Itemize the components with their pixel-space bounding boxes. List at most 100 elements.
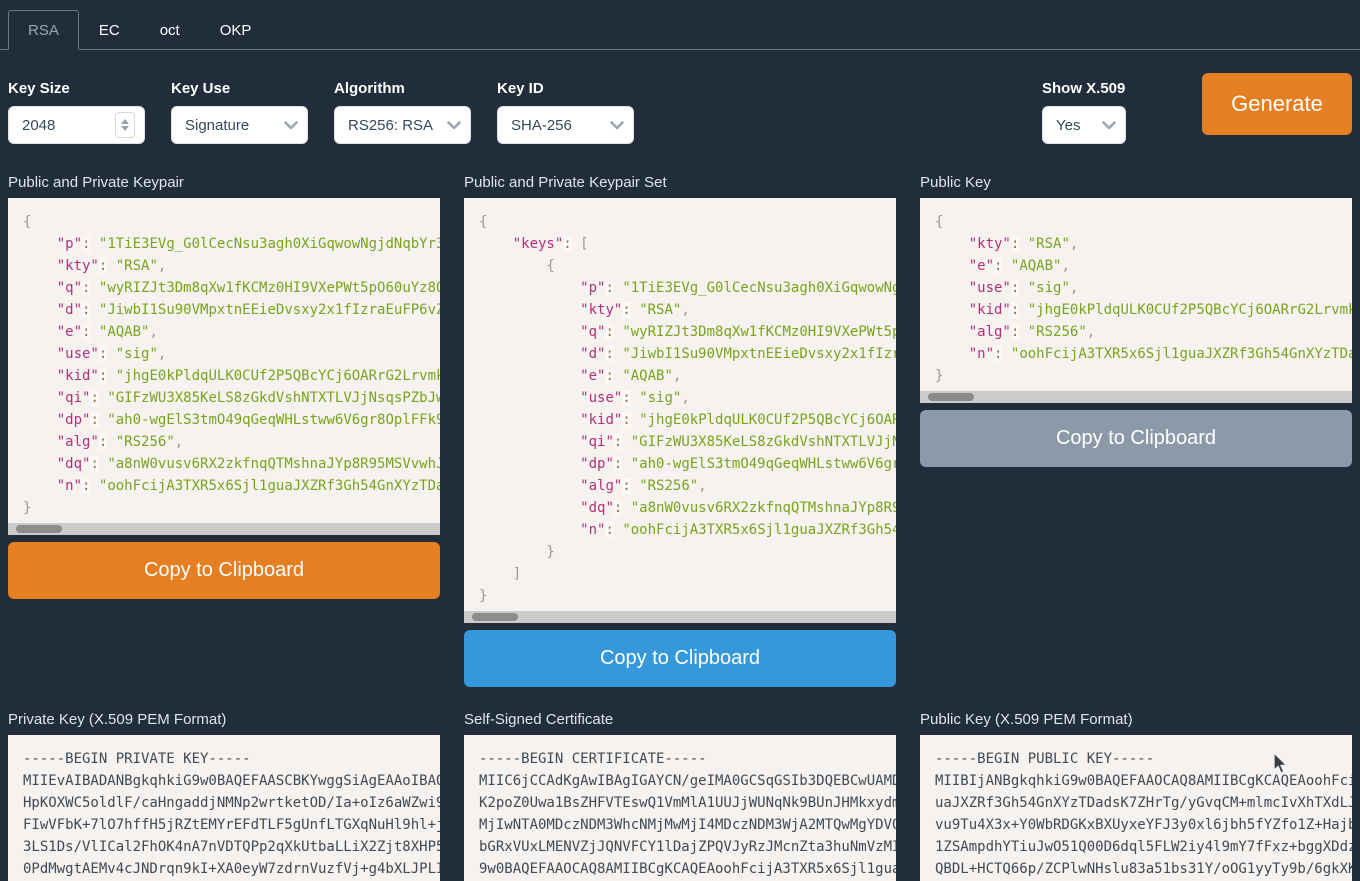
key-use-value: Signature [185,117,249,134]
code-line: -----BEGIN PUBLIC KEY----- [935,748,1352,770]
scrollbar-thumb[interactable] [472,613,518,621]
stepper-down-icon[interactable] [121,126,129,131]
copy-to-clipboard-button[interactable]: Copy to Clipboard [920,410,1352,467]
code-line: MIIC6jCCAdKgAwIBAgIGAYCN/geIMA0GCSqGSIb3… [479,770,896,792]
panel-private-key-pem: Private Key (X.509 PEM Format) -----BEGIN… [8,711,440,881]
code-line: K2poZ0Uwa1BsZHFVTEswQ1VmMlA1UUJjWUNqNk9B… [479,792,896,814]
code-line: vu9Tu4X3x+Y0WbRDGKxBXUyxeYFJ3y0xl6jbh5fY… [935,814,1352,836]
copy-to-clipboard-button[interactable]: Copy to Clipboard [464,630,896,687]
code-line: "e": "AQAB", [479,365,896,387]
code-line: } [23,497,440,519]
panel-keypair-set: Public and Private Keypair Set{ "keys": … [464,174,896,687]
number-stepper[interactable] [115,112,135,138]
code-line: "use": "sig", [23,343,440,365]
mkjwk-app: RSAECoctOKP Key Size 2048 Key Use Signature… [0,0,1360,881]
tab-ec[interactable]: EC [79,10,140,50]
key-size-input[interactable]: 2048 [8,106,145,144]
code-line: "kid": "jhgE0kPldqULK0CUf2P5QBcYCj6OARrG… [23,365,440,387]
code-line: { [23,211,440,233]
code-line: uaJXZRf3Gh54GnXYzTDadsK7ZHrTg/yGvqCM+mlm… [935,792,1352,814]
key-id-select[interactable]: SHA-256 [497,106,634,144]
code-block: -----BEGIN PUBLIC KEY-----MIIBIjANBgkqhk… [920,735,1352,881]
code-line: -----BEGIN PRIVATE KEY----- [23,748,440,770]
code-line: bGRxVUxLMENVZjJQNVFCY1lDajZPQVJyRzJMcnZt… [479,836,896,858]
scrollbar-thumb[interactable] [928,393,974,401]
chevron-down-icon [447,121,461,130]
panel-title: Self-Signed Certificate [464,711,896,728]
code-block: { "kty": "RSA", "e": "AQAB", "use": "sig… [920,198,1352,403]
horizontal-scrollbar[interactable] [920,391,1352,403]
show-x509-value: Yes [1056,117,1080,134]
copy-to-clipboard-button[interactable]: Copy to Clipboard [8,542,440,599]
code-line: QBDL+HCTQ66p/ZCPlwNHslu83a51bs31Y/oOG1yy… [935,858,1352,880]
tab-okp[interactable]: OKP [200,10,272,50]
code-block: -----BEGIN CERTIFICATE-----MIIC6jCCAdKgA… [464,735,896,881]
code-line: "kty": "RSA", [23,255,440,277]
field-algorithm: Algorithm RS256: RSA [334,80,471,144]
code-line: 1ZSAmpdhYTiuJwO51Q00D6dql5FLW2iy4l9mY7fF… [935,836,1352,858]
code-block: { "p": "1TiE3EVg_G0lCecNsu3agh0XiGqwowNg… [8,198,440,535]
show-x509-label: Show X.509 [1042,80,1126,97]
generate-button[interactable]: Generate [1202,73,1352,135]
code-line: 9w0BAQEFAAOCAQ8AMIIBCgKCAQEAoohFcijA3TXR… [479,858,896,880]
tab-rsa[interactable]: RSA [8,10,79,50]
pem-text: -----BEGIN PRIVATE KEY-----MIIEvAIBADANB… [8,735,440,881]
panel-public-key: Public Key { "kty": "RSA", "e": "AQAB", "… [920,174,1352,687]
horizontal-scrollbar[interactable] [464,611,896,623]
code-line: "dp": "ah0-wgElS3tmO49qGeqWHLstww6V6gr8O… [23,409,440,431]
panel-keypair: Public and Private Keypair{ "p": "1TiE3E… [8,174,440,687]
key-use-label: Key Use [171,80,308,97]
code-line: "q": "wyRIZJt3Dm8qXw1fKCMz0HI9VXePWt5pO6… [479,321,896,343]
scrollbar-thumb[interactable] [16,525,62,533]
code-line: "n": "oohFcijA3TXR5x6Sjl1guaJXZRf3Gh54Gn… [935,343,1352,365]
code-line: "d": "JiwbI1Su90VMpxtnEEieDvsxy2x1fIzraE… [23,299,440,321]
show-x509-select[interactable]: Yes [1042,106,1126,144]
key-id-value: SHA-256 [511,117,572,134]
code-line: 3LS1Ds/VlICal2FhOK4nA7nVDTQPp2qXkUtbaLLi… [23,836,440,858]
field-key-use: Key Use Signature [171,80,308,144]
code-line: } [935,365,1352,387]
panel-title: Public Key [920,174,1352,191]
chevron-down-icon [610,121,624,130]
code-line: "dp": "ah0-wgElS3tmO49qGeqWHLstww6V6gr8O… [479,453,896,475]
code-line: "p": "1TiE3EVg_G0lCecNsu3agh0XiGqwowNgjd… [23,233,440,255]
code-line: "e": "AQAB", [23,321,440,343]
jwk-json: { "kty": "RSA", "e": "AQAB", "use": "sig… [920,198,1352,391]
code-line: "n": "oohFcijA3TXR5x6Sjl1guaJXZRf3Gh54Gn… [479,519,896,541]
field-key-id: Key ID SHA-256 [497,80,634,144]
show-x509-field: Show X.509 Yes [1042,80,1126,144]
code-line: { [479,211,896,233]
pem-text: -----BEGIN CERTIFICATE-----MIIC6jCCAdKgA… [464,735,896,881]
code-block: { "keys": [ { "p": "1TiE3EVg_G0lCecNsu3a… [464,198,896,623]
panel-public-key-pem: Public Key (X.509 PEM Format)-----BEGIN … [920,711,1352,881]
chevron-down-icon [1102,121,1116,130]
code-line: "n": "oohFcijA3TXR5x6Sjl1guaJXZRf3Gh54Gn… [23,475,440,497]
code-line: "kid": "jhgE0kPldqULK0CUf2P5QBcYCj6OARrG… [935,299,1352,321]
code-line: "keys": [ [479,233,896,255]
jwk-json: { "p": "1TiE3EVg_G0lCecNsu3agh0XiGqwowNg… [8,198,440,523]
code-line: -----BEGIN CERTIFICATE----- [479,748,896,770]
toolbar: Key Size 2048 Key Use Signature Algorithm RS2… [8,80,1352,144]
key-id-label: Key ID [497,80,634,97]
key-size-label: Key Size [8,80,145,97]
panel-title: Private Key (X.509 PEM Format) [8,711,440,728]
algorithm-label: Algorithm [334,80,471,97]
key-use-select[interactable]: Signature [171,106,308,144]
code-line: "e": "AQAB", [935,255,1352,277]
chevron-down-icon [284,121,298,130]
stepper-up-icon[interactable] [121,119,129,124]
algorithm-value: RS256: RSA [348,117,433,134]
code-block: -----BEGIN PRIVATE KEY-----MIIEvAIBADANB… [8,735,440,881]
code-line: "d": "JiwbI1Su90VMpxtnEEieDvsxy2x1fIzraE… [479,343,896,365]
code-line: HpKOXWC5oldlF/caHngaddjNMNp2wrtketOD/Ia+… [23,792,440,814]
code-line: { [479,255,896,277]
code-line: MIIBIjANBgkqhkiG9w0BAQEFAAOCAQ8AMIIBCgKC… [935,770,1352,792]
code-line: "use": "sig", [479,387,896,409]
code-line: "qi": "GIFzWU3X85KeLS8zGkdVshNTXTLVJjNsq… [23,387,440,409]
code-line: "qi": "GIFzWU3X85KeLS8zGkdVshNTXTLVJjNsq… [479,431,896,453]
code-line: MjIwNTA0MDczNDM3WhcNMjMwMjI4MDczNDM3WjA2… [479,814,896,836]
code-line: "kty": "RSA", [935,233,1352,255]
horizontal-scrollbar[interactable] [8,523,440,535]
tab-oct[interactable]: oct [140,10,200,50]
algorithm-select[interactable]: RS256: RSA [334,106,471,144]
